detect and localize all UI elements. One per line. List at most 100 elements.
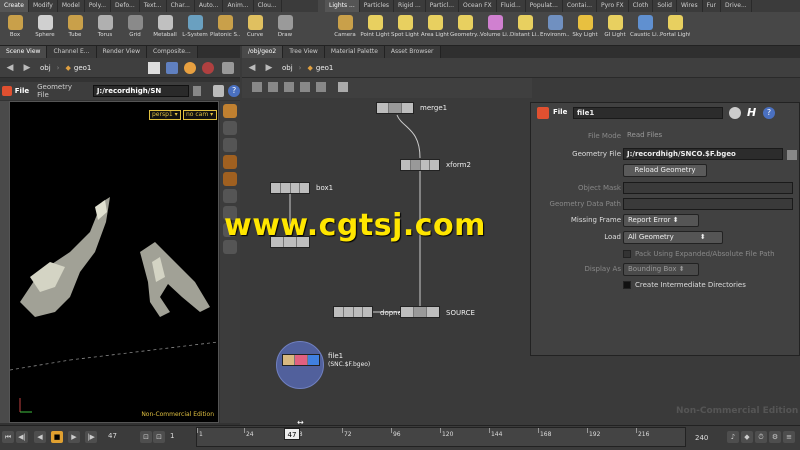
shelf-tab-left-6[interactable]: Char...	[167, 0, 195, 12]
shelf-tool-left-2[interactable]: Tube	[60, 13, 90, 45]
shelf-tool-left-8[interactable]: Curve	[240, 13, 270, 45]
shelf-tab-right-0[interactable]: Lights ...	[325, 0, 360, 12]
play-forward-icon[interactable]: ▶	[68, 431, 80, 443]
shelf-tab-right-2[interactable]: Rigid ...	[394, 0, 426, 12]
jump-start-icon[interactable]: ⏮	[2, 431, 14, 443]
wireframe-icon[interactable]	[223, 138, 237, 152]
shelf-tab-right-4[interactable]: Ocean FX	[459, 0, 497, 12]
shader-icon[interactable]	[166, 62, 178, 74]
network-pane-tab-0[interactable]: /obj/geo2	[242, 46, 284, 58]
layout-icon[interactable]	[284, 82, 294, 92]
shelf-tool-right-7[interactable]: Environm...	[540, 13, 570, 45]
param-gear-icon[interactable]	[729, 107, 741, 119]
network-pane-tab-2[interactable]: Material Palette	[324, 46, 385, 58]
node-merge1[interactable]	[376, 102, 414, 114]
lighting-icon[interactable]	[223, 121, 237, 135]
geometry-file-browse-icon[interactable]	[787, 150, 797, 160]
left-pane-tab-3[interactable]: Composite...	[147, 46, 198, 58]
step-forward-icon[interactable]: |▶	[85, 431, 97, 443]
shelf-tab-left-0[interactable]: Create	[0, 0, 29, 12]
shelf-tool-right-4[interactable]: Geometry...	[450, 13, 480, 45]
breadcrumb[interactable]: obj › ◆ geo1	[40, 64, 91, 72]
missing-frame-dropdown[interactable]: Report Error ⬍	[623, 214, 699, 227]
geometry-file-field[interactable]: J:/recordhigh/SN	[92, 85, 189, 97]
shelf-tool-right-8[interactable]: Sky Light	[570, 13, 600, 45]
network-pane-tab-3[interactable]: Asset Browser	[384, 46, 441, 58]
node-xform2[interactable]	[400, 159, 440, 171]
network-options-icon[interactable]	[338, 82, 348, 92]
net-back-arrow-icon[interactable]: ◀	[245, 61, 259, 75]
shelf-tab-left-3[interactable]: Poly...	[85, 0, 112, 12]
current-frame-field[interactable]: 47	[108, 432, 117, 440]
node-file1[interactable]	[282, 354, 320, 366]
display-as-dropdown[interactable]: Bounding Box ⬍	[623, 263, 699, 276]
left-pane-tab-1[interactable]: Channel E...	[47, 46, 97, 58]
net-breadcrumb-obj[interactable]: obj	[282, 64, 293, 72]
pin-icon[interactable]	[148, 62, 160, 74]
stop-icon[interactable]: ■	[51, 431, 63, 443]
timeline-ruler[interactable]: 124487296120144168192216	[196, 427, 686, 447]
pack-checkbox[interactable]	[623, 250, 631, 258]
left-pane-tab-2[interactable]: Render View	[96, 46, 148, 58]
file-mode-dropdown[interactable]: Read Files	[623, 130, 693, 143]
shelf-tab-right-5[interactable]: Fluid...	[497, 0, 526, 12]
network-pane-tab-1[interactable]: Tree View	[283, 46, 325, 58]
shelf-tab-right-8[interactable]: Pyro FX	[597, 0, 629, 12]
shelf-tab-left-8[interactable]: Anim...	[223, 0, 254, 12]
file-browse-icon[interactable]	[192, 86, 201, 96]
shading-icon[interactable]	[223, 155, 237, 169]
node-dopne[interactable]	[333, 306, 373, 318]
realtime-icon[interactable]: ⏱	[755, 431, 767, 443]
shelf-tool-left-9[interactable]: Draw	[270, 13, 300, 45]
net-breadcrumb-geo1[interactable]: geo1	[316, 64, 334, 72]
shelf-tool-right-1[interactable]: Point Light	[360, 13, 390, 45]
shelf-tool-right-6[interactable]: Distant Li...	[510, 13, 540, 45]
points-icon[interactable]	[223, 189, 237, 203]
reload-geometry-button[interactable]: Reload Geometry	[623, 164, 707, 177]
shelf-tab-left-1[interactable]: Modify	[29, 0, 58, 12]
geometry-data-path-field[interactable]	[623, 198, 793, 210]
intermediate-checkbox[interactable]	[623, 281, 631, 289]
shelf-tool-left-7[interactable]: Platonic S...	[210, 13, 240, 45]
frame-step-icon[interactable]: ⊡	[140, 431, 152, 443]
left-pane-tab-0[interactable]: Scene View	[0, 46, 48, 58]
shelf-tool-right-2[interactable]: Spot Light	[390, 13, 420, 45]
tile-mode-icon[interactable]	[268, 82, 278, 92]
shelf-tool-right-5[interactable]: Volume Li...	[480, 13, 510, 45]
geometry-file-param-field[interactable]: J:/recordhigh/SNCO.$F.bgeo	[623, 148, 783, 160]
node-name-field[interactable]: file1	[573, 107, 723, 119]
shelf-tab-right-1[interactable]: Particles	[360, 0, 395, 12]
param-help-icon[interactable]: ?	[763, 107, 775, 119]
shelf-tab-right-12[interactable]: Fur	[703, 0, 721, 12]
shelf-tab-right-11[interactable]: Wires	[677, 0, 703, 12]
shelf-tool-left-0[interactable]: Box	[0, 13, 30, 45]
net-breadcrumb[interactable]: obj › ◆ geo1	[282, 64, 333, 72]
global-anim-icon[interactable]: ⚙	[769, 431, 781, 443]
load-dropdown[interactable]: All Geometry ⬍	[623, 231, 723, 244]
node-source[interactable]	[400, 306, 440, 318]
shelf-tool-left-5[interactable]: Metaball	[150, 13, 180, 45]
flag-icon[interactable]	[316, 82, 326, 92]
shelf-tool-left-6[interactable]: L-System	[180, 13, 210, 45]
list-mode-icon[interactable]	[252, 82, 262, 92]
shelf-tab-right-7[interactable]: Contai...	[563, 0, 597, 12]
grid-snap-icon[interactable]	[300, 82, 310, 92]
shelf-tool-right-3[interactable]: Area Light	[420, 13, 450, 45]
end-frame-field[interactable]: 240	[695, 434, 708, 442]
shelf-tool-left-4[interactable]: Grid	[120, 13, 150, 45]
shelf-tab-right-13[interactable]: Drive...	[721, 0, 752, 12]
playhead-frame[interactable]: 47	[284, 428, 300, 440]
shelf-tab-left-4[interactable]: Defo...	[111, 0, 140, 12]
net-forward-arrow-icon[interactable]: ▶	[262, 61, 276, 75]
settings-icon[interactable]	[222, 62, 234, 74]
forward-arrow-icon[interactable]: ▶	[20, 61, 34, 75]
breadcrumb-geo1[interactable]: geo1	[74, 64, 92, 72]
playbar-menu-icon[interactable]: ≡	[783, 431, 795, 443]
ghost-icon[interactable]	[223, 172, 237, 186]
tools-icon[interactable]	[212, 85, 225, 97]
shelf-tab-left-2[interactable]: Model	[58, 0, 85, 12]
record-icon[interactable]	[202, 62, 214, 74]
object-mask-field[interactable]	[623, 182, 793, 194]
step-back-icon[interactable]: ◀|	[16, 431, 28, 443]
shelf-tool-right-11[interactable]: Portal Light	[660, 13, 690, 45]
